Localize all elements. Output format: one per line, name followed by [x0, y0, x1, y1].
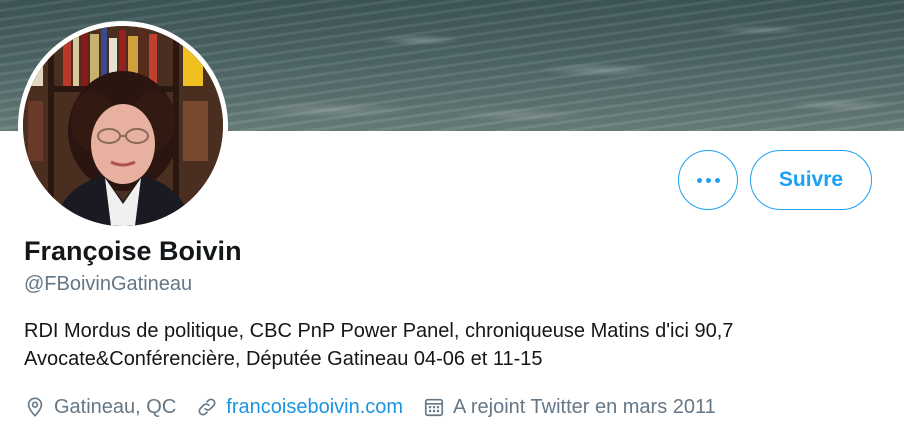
profile-meta: Gatineau, QC francoiseboivin.com A rejoi…	[24, 394, 736, 420]
more-options-button[interactable]	[678, 150, 738, 210]
joined-item: A rejoint Twitter en mars 2011	[423, 396, 716, 419]
location-text: Gatineau, QC	[54, 395, 177, 418]
more-dots-icon	[696, 177, 702, 183]
location-pin-icon	[27, 397, 43, 417]
bio-line: Avocate&Conférencière, Députée Gatineau …	[24, 348, 543, 370]
joined-text: A rejoint Twitter en mars 2011	[453, 395, 716, 418]
more-dots-icon	[705, 177, 711, 183]
profile-bio: RDI Mordus de politique, CBC PnP Power P…	[24, 317, 894, 373]
link-icon	[198, 398, 216, 416]
follow-button[interactable]: Suivre	[750, 150, 872, 210]
calendar-icon	[424, 398, 444, 417]
avatar-ring	[18, 21, 228, 231]
website-link[interactable]: francoiseboivin.com	[226, 396, 403, 419]
more-dots-icon	[714, 177, 720, 183]
profile-handle: @FBoivinGatineau	[24, 273, 193, 295]
avatar[interactable]	[23, 26, 223, 226]
location-item: Gatineau, QC	[24, 396, 176, 419]
avatar-photo	[23, 26, 223, 226]
bio-line: RDI Mordus de politique, CBC PnP Power P…	[24, 320, 734, 342]
profile-name: Françoise Boivin	[24, 236, 242, 266]
website-item: francoiseboivin.com	[196, 396, 403, 419]
